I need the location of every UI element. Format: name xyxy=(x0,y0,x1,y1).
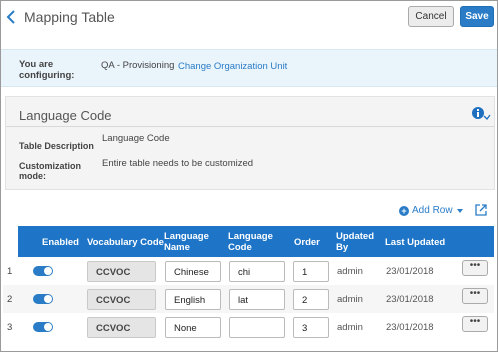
row-actions-button[interactable]: ••• xyxy=(462,260,488,276)
table-row: 2 CCVOC English lat 2 admin 23/01/2018 •… xyxy=(3,285,494,313)
last-updated: 23/01/2018 xyxy=(386,266,434,277)
plus-icon: + xyxy=(399,205,409,216)
ellipsis-icon: ••• xyxy=(469,260,481,271)
table-row: 1 CCVOC Chinese chi 1 admin 23/01/2018 •… xyxy=(3,257,494,285)
order-input[interactable]: 3 xyxy=(293,317,329,338)
vocabulary-code-field: CCVOC xyxy=(87,317,156,338)
vocabulary-code-field: CCVOC xyxy=(87,261,156,282)
col-language-code: Language Code xyxy=(228,231,273,253)
order-input[interactable]: 2 xyxy=(293,289,329,310)
page-title: Mapping Table xyxy=(24,9,115,25)
row-actions-button[interactable]: ••• xyxy=(462,288,488,304)
change-org-unit-link[interactable]: Change Organization Unit xyxy=(178,61,287,72)
chevron-left-icon[interactable] xyxy=(6,9,16,25)
enabled-toggle[interactable] xyxy=(33,266,53,276)
updated-by: admin xyxy=(337,266,363,277)
updated-by: admin xyxy=(337,294,363,305)
language-name-input[interactable]: English xyxy=(165,289,221,310)
vocabulary-code-field: CCVOC xyxy=(87,289,156,310)
configuring-label: You are configuring: xyxy=(19,59,75,81)
language-name-input[interactable]: None xyxy=(165,317,221,338)
enabled-toggle[interactable] xyxy=(33,322,53,332)
add-row-label: Add Row xyxy=(412,205,453,216)
table-header: Enabled Vocabulary Code Language Name La… xyxy=(18,226,494,257)
row-number: 3 xyxy=(7,322,13,333)
page-header: Mapping Table Cancel Save xyxy=(1,1,497,35)
last-updated: 23/01/2018 xyxy=(386,294,434,305)
configuring-banner: You are configuring: QA - Provisioning C… xyxy=(1,49,497,87)
enabled-toggle[interactable] xyxy=(33,294,53,304)
description-value: Language Code xyxy=(102,133,170,144)
language-name-input[interactable]: Chinese xyxy=(165,261,221,282)
language-code-input[interactable] xyxy=(229,317,285,338)
col-last-updated: Last Updated xyxy=(385,237,446,248)
col-language-name: Language Name xyxy=(164,231,209,253)
add-row-button[interactable]: + Add Row xyxy=(399,205,464,216)
row-number: 2 xyxy=(7,294,13,305)
customization-mode-value: Entire table needs to be customized xyxy=(102,158,254,169)
info-icon[interactable] xyxy=(471,106,491,122)
order-input[interactable]: 1 xyxy=(293,261,329,282)
language-code-input[interactable]: chi xyxy=(229,261,285,282)
configuring-value: QA - Provisioning xyxy=(101,60,175,71)
col-order: Order xyxy=(294,237,320,248)
ellipsis-icon: ••• xyxy=(469,288,481,299)
language-code-input[interactable]: lat xyxy=(229,289,285,310)
col-vocabulary-code: Vocabulary Code xyxy=(87,237,164,248)
last-updated: 23/01/2018 xyxy=(386,322,434,333)
customization-mode-label: Customization mode: xyxy=(19,161,81,181)
row-number: 1 xyxy=(7,266,13,277)
table-details-panel: Language Code Table Description Language… xyxy=(5,96,495,190)
caret-down-icon xyxy=(456,208,463,213)
panel-title: Language Code xyxy=(19,108,112,123)
panel-divider xyxy=(6,126,494,127)
updated-by: admin xyxy=(337,322,363,333)
save-button[interactable]: Save xyxy=(460,6,494,27)
description-label: Table Description xyxy=(19,141,94,151)
row-actions-button[interactable]: ••• xyxy=(462,316,488,332)
col-enabled: Enabled xyxy=(42,237,79,248)
col-updated-by: Updated By xyxy=(336,231,374,253)
ellipsis-icon: ••• xyxy=(469,316,481,327)
table-row: 3 CCVOC None 3 admin 23/01/2018 ••• xyxy=(3,313,494,341)
cancel-button[interactable]: Cancel xyxy=(408,6,454,27)
export-icon[interactable] xyxy=(475,204,487,216)
